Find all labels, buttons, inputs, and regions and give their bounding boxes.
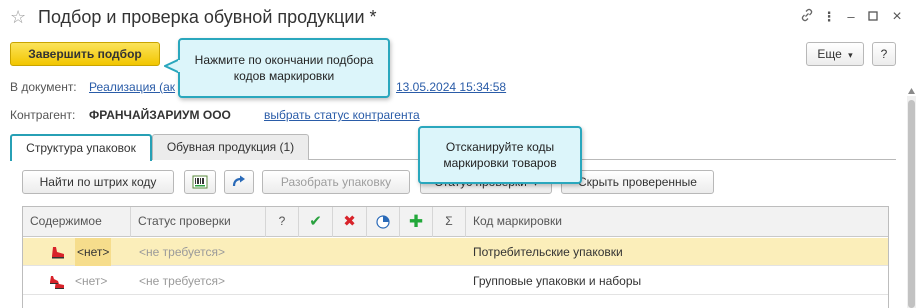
shoes-group-icon	[49, 267, 67, 295]
help-button[interactable]: ?	[872, 42, 896, 66]
pie-progress-icon[interactable]	[367, 207, 400, 237]
table-row[interactable]: <нет> <не требуется> Потребительские упа…	[23, 238, 888, 266]
column-status[interactable]: Статус проверки	[131, 207, 266, 237]
hide-checked-button[interactable]: Скрыть проверенные	[561, 170, 714, 194]
more-menu-button[interactable]: Еще ▾	[806, 42, 864, 66]
unpack-button[interactable]: Разобрать упаковку	[262, 170, 410, 194]
table-header: Содержимое Статус проверки ? ✔ ✖ ✚ Σ Код…	[23, 207, 888, 237]
column-question[interactable]: ?	[266, 207, 299, 237]
cross-icon[interactable]: ✖	[333, 207, 367, 237]
column-sigma[interactable]: Σ	[433, 207, 466, 237]
maximize-icon[interactable]	[864, 8, 882, 26]
callout-pointer	[164, 58, 180, 74]
arrow-redo-icon	[232, 175, 245, 187]
scan-hint-text: Отсканируйте коды маркировки товаров	[443, 140, 557, 170]
minimize-icon[interactable]: –	[842, 8, 860, 26]
favorite-star-icon[interactable]: ☆	[10, 7, 26, 27]
tab-package-structure[interactable]: Структура упаковок	[10, 134, 152, 161]
row-status: <не требуется>	[139, 245, 225, 259]
table-row[interactable]: <нет> <не требуется> Групповые упаковки …	[23, 267, 888, 295]
refresh-button[interactable]	[224, 170, 254, 194]
contractor-name: ФРАНЧАЙЗАРИУМ ООО	[89, 108, 231, 122]
packages-table: Содержимое Статус проверки ? ✔ ✖ ✚ Σ Код…	[22, 206, 889, 308]
find-by-barcode-button[interactable]: Найти по штрих коду	[22, 170, 174, 194]
document-label: В документ:	[10, 80, 77, 94]
finish-hint-callout: Нажмите по окончании подбора кодов марки…	[178, 38, 390, 98]
contractor-status-link[interactable]: выбрать статус контрагента	[264, 108, 420, 122]
shoe-icon	[50, 238, 66, 266]
column-content[interactable]: Содержимое	[23, 207, 131, 237]
link-icon[interactable]	[798, 8, 816, 26]
row-status: <не требуется>	[139, 274, 225, 288]
document-link-date[interactable]: 13.05.2024 15:34:58	[396, 80, 506, 94]
finish-hint-text: Нажмите по окончании подбора кодов марки…	[194, 53, 374, 83]
more-label: Еще	[817, 47, 842, 61]
checkmark-icon[interactable]: ✔	[299, 207, 333, 237]
tab-shoe-products[interactable]: Обувная продукция (1)	[152, 134, 309, 160]
column-code[interactable]: Код маркировки	[466, 207, 888, 237]
scan-hint-callout: Отсканируйте коды маркировки товаров	[418, 126, 582, 184]
chevron-down-icon: ▾	[848, 50, 853, 60]
window-title: Подбор и проверка обувной продукции *	[38, 7, 377, 27]
document-link[interactable]: Реализация (ак	[89, 80, 175, 94]
close-icon[interactable]: ×	[888, 8, 906, 26]
row-content: <нет>	[75, 238, 112, 266]
barcode-list-button[interactable]	[184, 170, 216, 194]
row-code: Групповые упаковки и наборы	[473, 274, 642, 288]
scroll-up-icon[interactable]	[908, 88, 915, 94]
barcode-list-icon	[192, 175, 208, 189]
scrollbar-thumb[interactable]	[908, 100, 915, 308]
row-content: <нет>	[75, 274, 108, 288]
plus-icon[interactable]: ✚	[400, 207, 433, 237]
more-icon[interactable]: ⋮	[820, 8, 838, 26]
finish-selection-button[interactable]: Завершить подбор	[10, 42, 160, 66]
contractor-label: Контрагент:	[10, 108, 76, 122]
row-code: Потребительские упаковки	[473, 245, 623, 259]
